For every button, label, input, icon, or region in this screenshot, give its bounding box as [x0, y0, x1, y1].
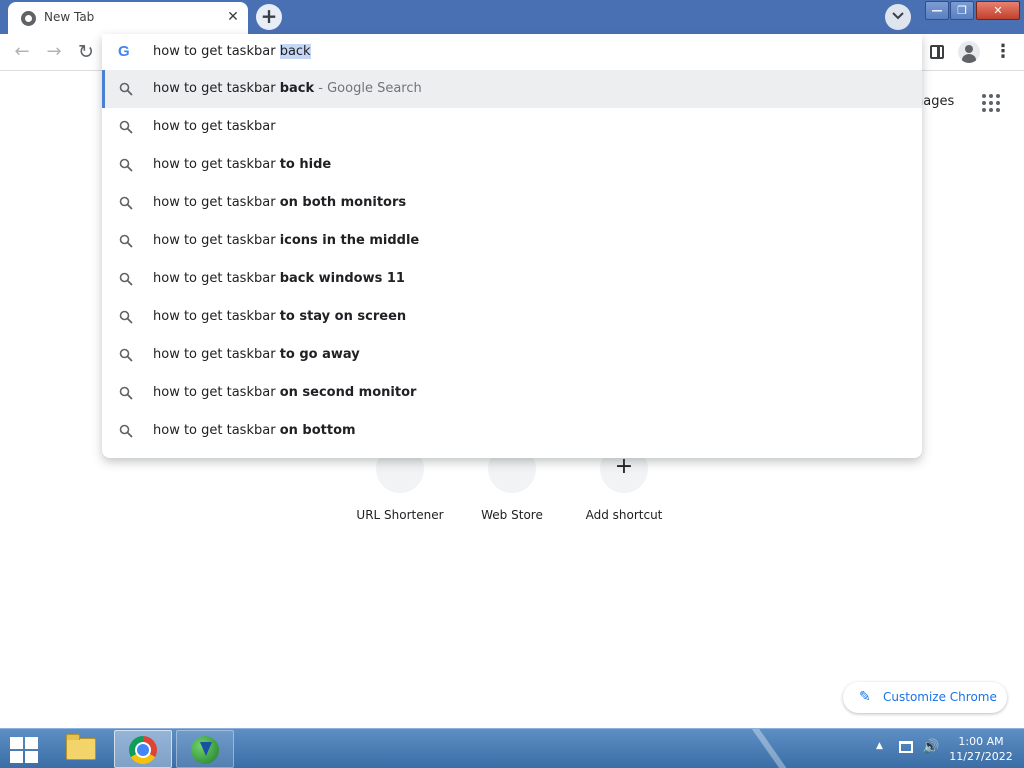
chrome-icon	[129, 736, 157, 764]
omnibox-typed-text: how to get taskbar	[153, 44, 280, 59]
suggestion-text: how to get taskbar back windows 11	[153, 271, 405, 286]
suggestion-text: how to get taskbar	[153, 119, 276, 134]
search-icon	[119, 424, 133, 438]
search-icon	[119, 272, 133, 286]
network-icon[interactable]	[899, 741, 913, 753]
tab-close-icon[interactable]: ✕	[224, 8, 242, 26]
back-button[interactable]: ←	[10, 41, 34, 65]
omnibox-dropdown: G how to get taskbar back how to get tas…	[102, 34, 922, 458]
clock-time: 1:00 AM	[958, 735, 1004, 748]
shortcut-url-shortener[interactable]: URL Shortener	[345, 445, 455, 535]
suggestion-text: how to get taskbar icons in the middle	[153, 233, 420, 248]
suggestion-text: how to get taskbar to hide	[153, 157, 332, 172]
suggestion-item[interactable]: how to get taskbar to go away	[102, 336, 922, 374]
tab-title: New Tab	[44, 10, 95, 24]
suggestion-text: how to get taskbar on bottom	[153, 423, 356, 438]
customize-chrome-label: Customize Chrome	[883, 690, 997, 704]
windows-taskbar: ▲ 🔊 1:00 AM 11/27/2022	[0, 728, 1024, 768]
suggestion-item[interactable]: how to get taskbar back windows 11	[102, 260, 922, 298]
chevron-down-icon	[892, 12, 904, 20]
taskbar-chrome[interactable]	[114, 730, 172, 768]
shortcut-label: URL Shortener	[356, 508, 444, 522]
search-icon	[119, 386, 133, 400]
title-bar: New Tab ✕ + — ❐ ✕	[0, 0, 1024, 34]
profile-avatar-icon[interactable]	[958, 41, 980, 63]
chrome-menu-button[interactable]: ⋮	[994, 43, 1012, 63]
close-icon: ✕	[993, 4, 1003, 17]
chrome-favicon-icon	[21, 11, 36, 26]
tab-search-button[interactable]	[885, 4, 911, 30]
suggestion-item[interactable]: how to get taskbar	[102, 108, 922, 146]
new-tab-button[interactable]: +	[256, 4, 282, 30]
suggestion-item[interactable]: how to get taskbar icons in the middle	[102, 222, 922, 260]
omnibox-autocomplete-selection: back	[279, 44, 311, 59]
system-clock[interactable]: 1:00 AM 11/27/2022	[946, 734, 1016, 764]
google-apps-icon[interactable]	[982, 94, 1000, 112]
folder-icon	[66, 734, 96, 760]
suggestion-item[interactable]: how to get taskbar on both monitors	[102, 184, 922, 222]
taskbar-file-explorer[interactable]	[52, 730, 110, 768]
pencil-icon: ✎	[859, 689, 871, 705]
suggestion-item[interactable]: how to get taskbar back - Google Search	[102, 70, 922, 108]
suggestion-item[interactable]: how to get taskbar to hide	[102, 146, 922, 184]
search-icon	[119, 348, 133, 362]
suggestion-item[interactable]: how to get taskbar on bottom	[102, 412, 922, 450]
omnibox-text[interactable]: how to get taskbar back	[153, 44, 311, 59]
suggestion-text: how to get taskbar on both monitors	[153, 195, 407, 210]
search-icon	[119, 234, 133, 248]
search-icon	[119, 82, 133, 96]
suggestion-text: how to get taskbar to stay on screen	[153, 309, 407, 324]
taskbar-download-manager[interactable]	[176, 730, 234, 768]
shortcut-label: Web Store	[481, 508, 543, 522]
search-icon	[119, 310, 133, 324]
search-icon	[119, 196, 133, 210]
minimize-button[interactable]: —	[925, 1, 949, 20]
forward-button[interactable]: →	[42, 41, 66, 65]
suggestion-text: how to get taskbar on second monitor	[153, 385, 417, 400]
side-panel-icon[interactable]	[930, 45, 944, 59]
close-window-button[interactable]: ✕	[976, 1, 1020, 20]
customize-chrome-button[interactable]: ✎ Customize Chrome	[843, 682, 1007, 713]
suggestion-item[interactable]: how to get taskbar on second monitor	[102, 374, 922, 412]
reload-button[interactable]: ↻	[74, 41, 98, 65]
restore-icon: ❐	[957, 4, 967, 17]
windows-start-button[interactable]	[6, 735, 40, 763]
suggestion-text: how to get taskbar to go away	[153, 347, 360, 362]
shortcut-web-store[interactable]: Web Store	[457, 445, 567, 535]
omnibox-input[interactable]: G how to get taskbar back	[102, 34, 922, 70]
google-g-icon: G	[118, 43, 130, 60]
minimize-icon: —	[931, 4, 943, 17]
volume-icon[interactable]: 🔊	[922, 739, 939, 755]
download-manager-icon	[191, 736, 219, 764]
shortcut-label: Add shortcut	[585, 508, 663, 522]
shortcut-add[interactable]: + Add shortcut	[569, 445, 679, 535]
search-icon	[119, 158, 133, 172]
maximize-button[interactable]: ❐	[950, 1, 974, 20]
clock-date: 11/27/2022	[949, 750, 1013, 763]
suggestion-text: how to get taskbar back - Google Search	[153, 81, 422, 96]
show-hidden-icons-icon[interactable]: ▲	[876, 741, 883, 751]
tab-new-tab[interactable]: New Tab ✕	[8, 2, 248, 34]
suggestion-item[interactable]: how to get taskbar to stay on screen	[102, 298, 922, 336]
search-icon	[119, 120, 133, 134]
